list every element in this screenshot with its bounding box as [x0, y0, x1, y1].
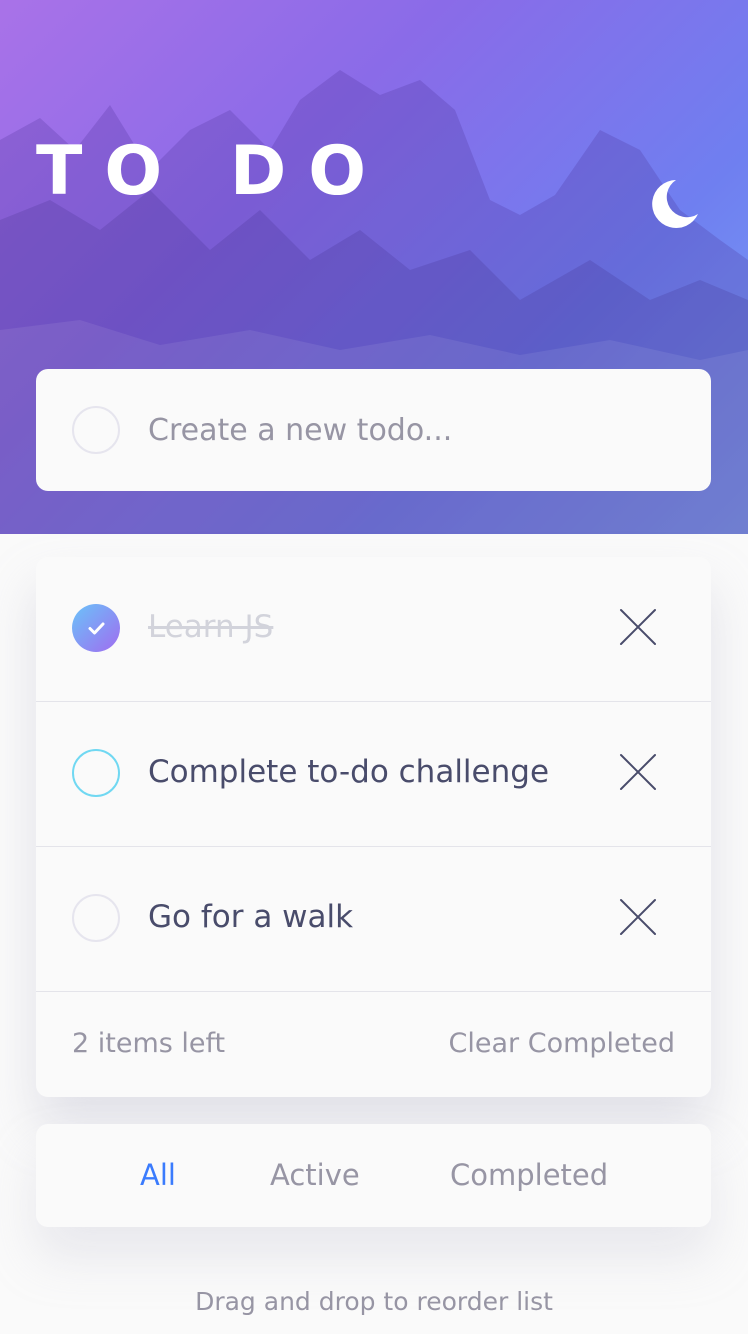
todo-item[interactable]: Complete to-do challenge [36, 702, 711, 847]
delete-button[interactable] [616, 605, 660, 649]
todo-list: Learn JS Complete to-do challenge Go for… [36, 557, 711, 1097]
app-title: TO DO [36, 132, 389, 211]
delete-button[interactable] [616, 895, 660, 939]
drag-hint: Drag and drop to reorder list [195, 1287, 553, 1316]
close-icon [620, 899, 656, 935]
close-icon [620, 754, 656, 790]
new-todo-check-circle[interactable] [72, 406, 120, 454]
todo-checkbox-checked[interactable] [72, 604, 120, 652]
new-todo-input[interactable] [146, 399, 670, 461]
items-left-count: 2 items left [72, 1028, 226, 1059]
delete-button[interactable] [616, 750, 660, 794]
close-icon [620, 609, 656, 645]
todo-item[interactable]: Learn JS [36, 557, 711, 702]
list-footer: 2 items left Clear Completed [36, 992, 711, 1097]
todo-text: Go for a walk [148, 899, 354, 935]
todo-text: Learn JS [148, 609, 274, 645]
filter-all[interactable]: All [140, 1154, 176, 1196]
todo-text: Complete to-do challenge [148, 754, 550, 790]
todo-item[interactable]: Go for a walk [36, 847, 711, 992]
check-icon [88, 622, 105, 635]
new-todo-card [36, 369, 711, 491]
moon-icon [652, 180, 698, 228]
todo-checkbox[interactable] [72, 749, 120, 797]
theme-toggle-button[interactable] [646, 176, 702, 232]
filter-completed[interactable]: Completed [450, 1154, 608, 1196]
clear-completed-button[interactable]: Clear Completed [449, 1024, 675, 1064]
filter-active[interactable]: Active [270, 1154, 360, 1196]
todo-checkbox[interactable] [72, 894, 120, 942]
filter-bar: All Active Completed [36, 1124, 711, 1227]
